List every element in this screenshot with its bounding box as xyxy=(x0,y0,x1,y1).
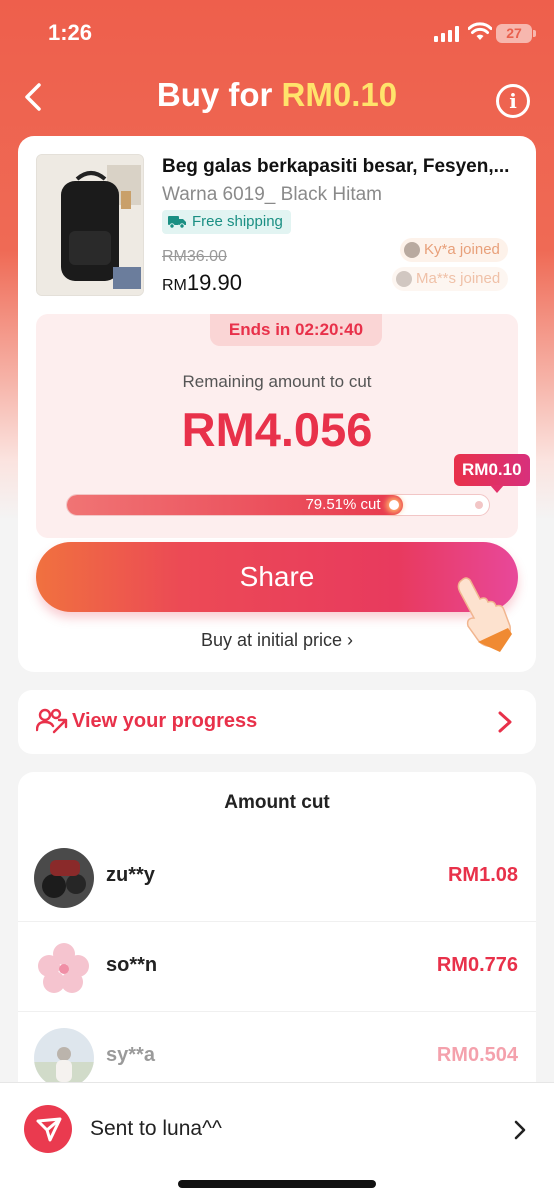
free-shipping-badge: Free shipping xyxy=(162,210,291,234)
status-bar: 1:26 27 xyxy=(0,0,554,64)
remaining-amount: RM4.056 xyxy=(181,403,373,456)
cut-amount: RM1.08 xyxy=(447,864,518,886)
sent-to-label: Sent to luna^^ xyxy=(90,1117,222,1140)
status-time: 1:26 xyxy=(48,20,93,45)
joined-badge: Ky*a joined xyxy=(400,238,508,262)
avatar xyxy=(34,848,94,908)
avatar xyxy=(34,1028,94,1088)
joined-label: Ma**s joined xyxy=(416,270,501,287)
price-value: 19.90 xyxy=(186,270,242,295)
cut-progress-fill: 79.51% cut xyxy=(67,495,403,515)
page-title: Buy for RM0.10 xyxy=(0,76,554,114)
chevron-right-icon xyxy=(498,711,512,733)
list-item: so**n RM0.776 xyxy=(18,922,536,1012)
view-progress-label: View your progress xyxy=(72,710,258,732)
free-shipping-label: Free shipping xyxy=(192,213,283,230)
truck-icon xyxy=(168,216,186,229)
currency-label: RM xyxy=(162,277,187,294)
progress-glow-dot xyxy=(388,500,399,510)
user-name: zu**y xyxy=(106,864,155,886)
view-progress-row[interactable]: View your progress xyxy=(18,690,536,754)
joined-badge: Ma**s joined xyxy=(392,267,509,291)
user-name: sy**a xyxy=(106,1044,155,1066)
joined-label: Ky*a joined xyxy=(424,241,500,258)
avatar xyxy=(34,938,94,998)
amount-cut-title: Amount cut xyxy=(224,792,330,813)
people-arrow-icon xyxy=(36,708,68,734)
cellular-signal-icon xyxy=(434,26,460,42)
product-name[interactable]: Beg galas berkapasiti besar, Fesyen,... xyxy=(162,156,522,178)
current-price: RM19.90 xyxy=(162,270,242,296)
send-icon xyxy=(24,1105,72,1153)
countdown-timer: Ends in 02:20:40 xyxy=(210,314,382,346)
avatar xyxy=(404,242,420,258)
cut-amount: RM0.776 xyxy=(436,954,518,976)
original-price: RM36.00 xyxy=(162,248,227,265)
product-variant: Warna 6019_ Black Hitam xyxy=(162,184,383,205)
battery-tip xyxy=(533,30,536,37)
battery-icon: 27 xyxy=(496,24,532,43)
cut-progress-bar: 79.51% cut xyxy=(66,494,490,516)
wifi-icon xyxy=(468,22,492,40)
chevron-right-icon xyxy=(514,1120,526,1140)
title-price: RM0.10 xyxy=(281,76,398,113)
product-card: Beg galas berkapasiti besar, Fesyen,... … xyxy=(18,136,536,672)
avatar xyxy=(396,271,412,287)
info-icon[interactable]: i xyxy=(496,84,530,118)
cut-panel: Ends in 02:20:40 Remaining amount to cut… xyxy=(36,314,530,538)
list-item: zu**y RM1.08 xyxy=(18,832,536,922)
product-image[interactable] xyxy=(36,154,144,296)
amount-cut-list: Amount cut zu**y RM1.08 so**n RM0.776 sy… xyxy=(18,772,536,1102)
home-indicator xyxy=(178,1180,376,1188)
title-prefix: Buy for xyxy=(156,76,282,113)
buy-initial-price-link[interactable]: Buy at initial price › xyxy=(18,630,536,651)
target-price-tag: RM0.10 xyxy=(454,454,530,493)
share-button[interactable]: Share xyxy=(36,542,518,612)
cut-amount: RM0.504 xyxy=(436,1044,518,1066)
user-name: so**n xyxy=(106,954,158,976)
cut-progress-label: 79.51% cut xyxy=(305,496,381,513)
remaining-label: Remaining amount to cut xyxy=(182,372,372,391)
progress-end-dot xyxy=(475,501,483,509)
